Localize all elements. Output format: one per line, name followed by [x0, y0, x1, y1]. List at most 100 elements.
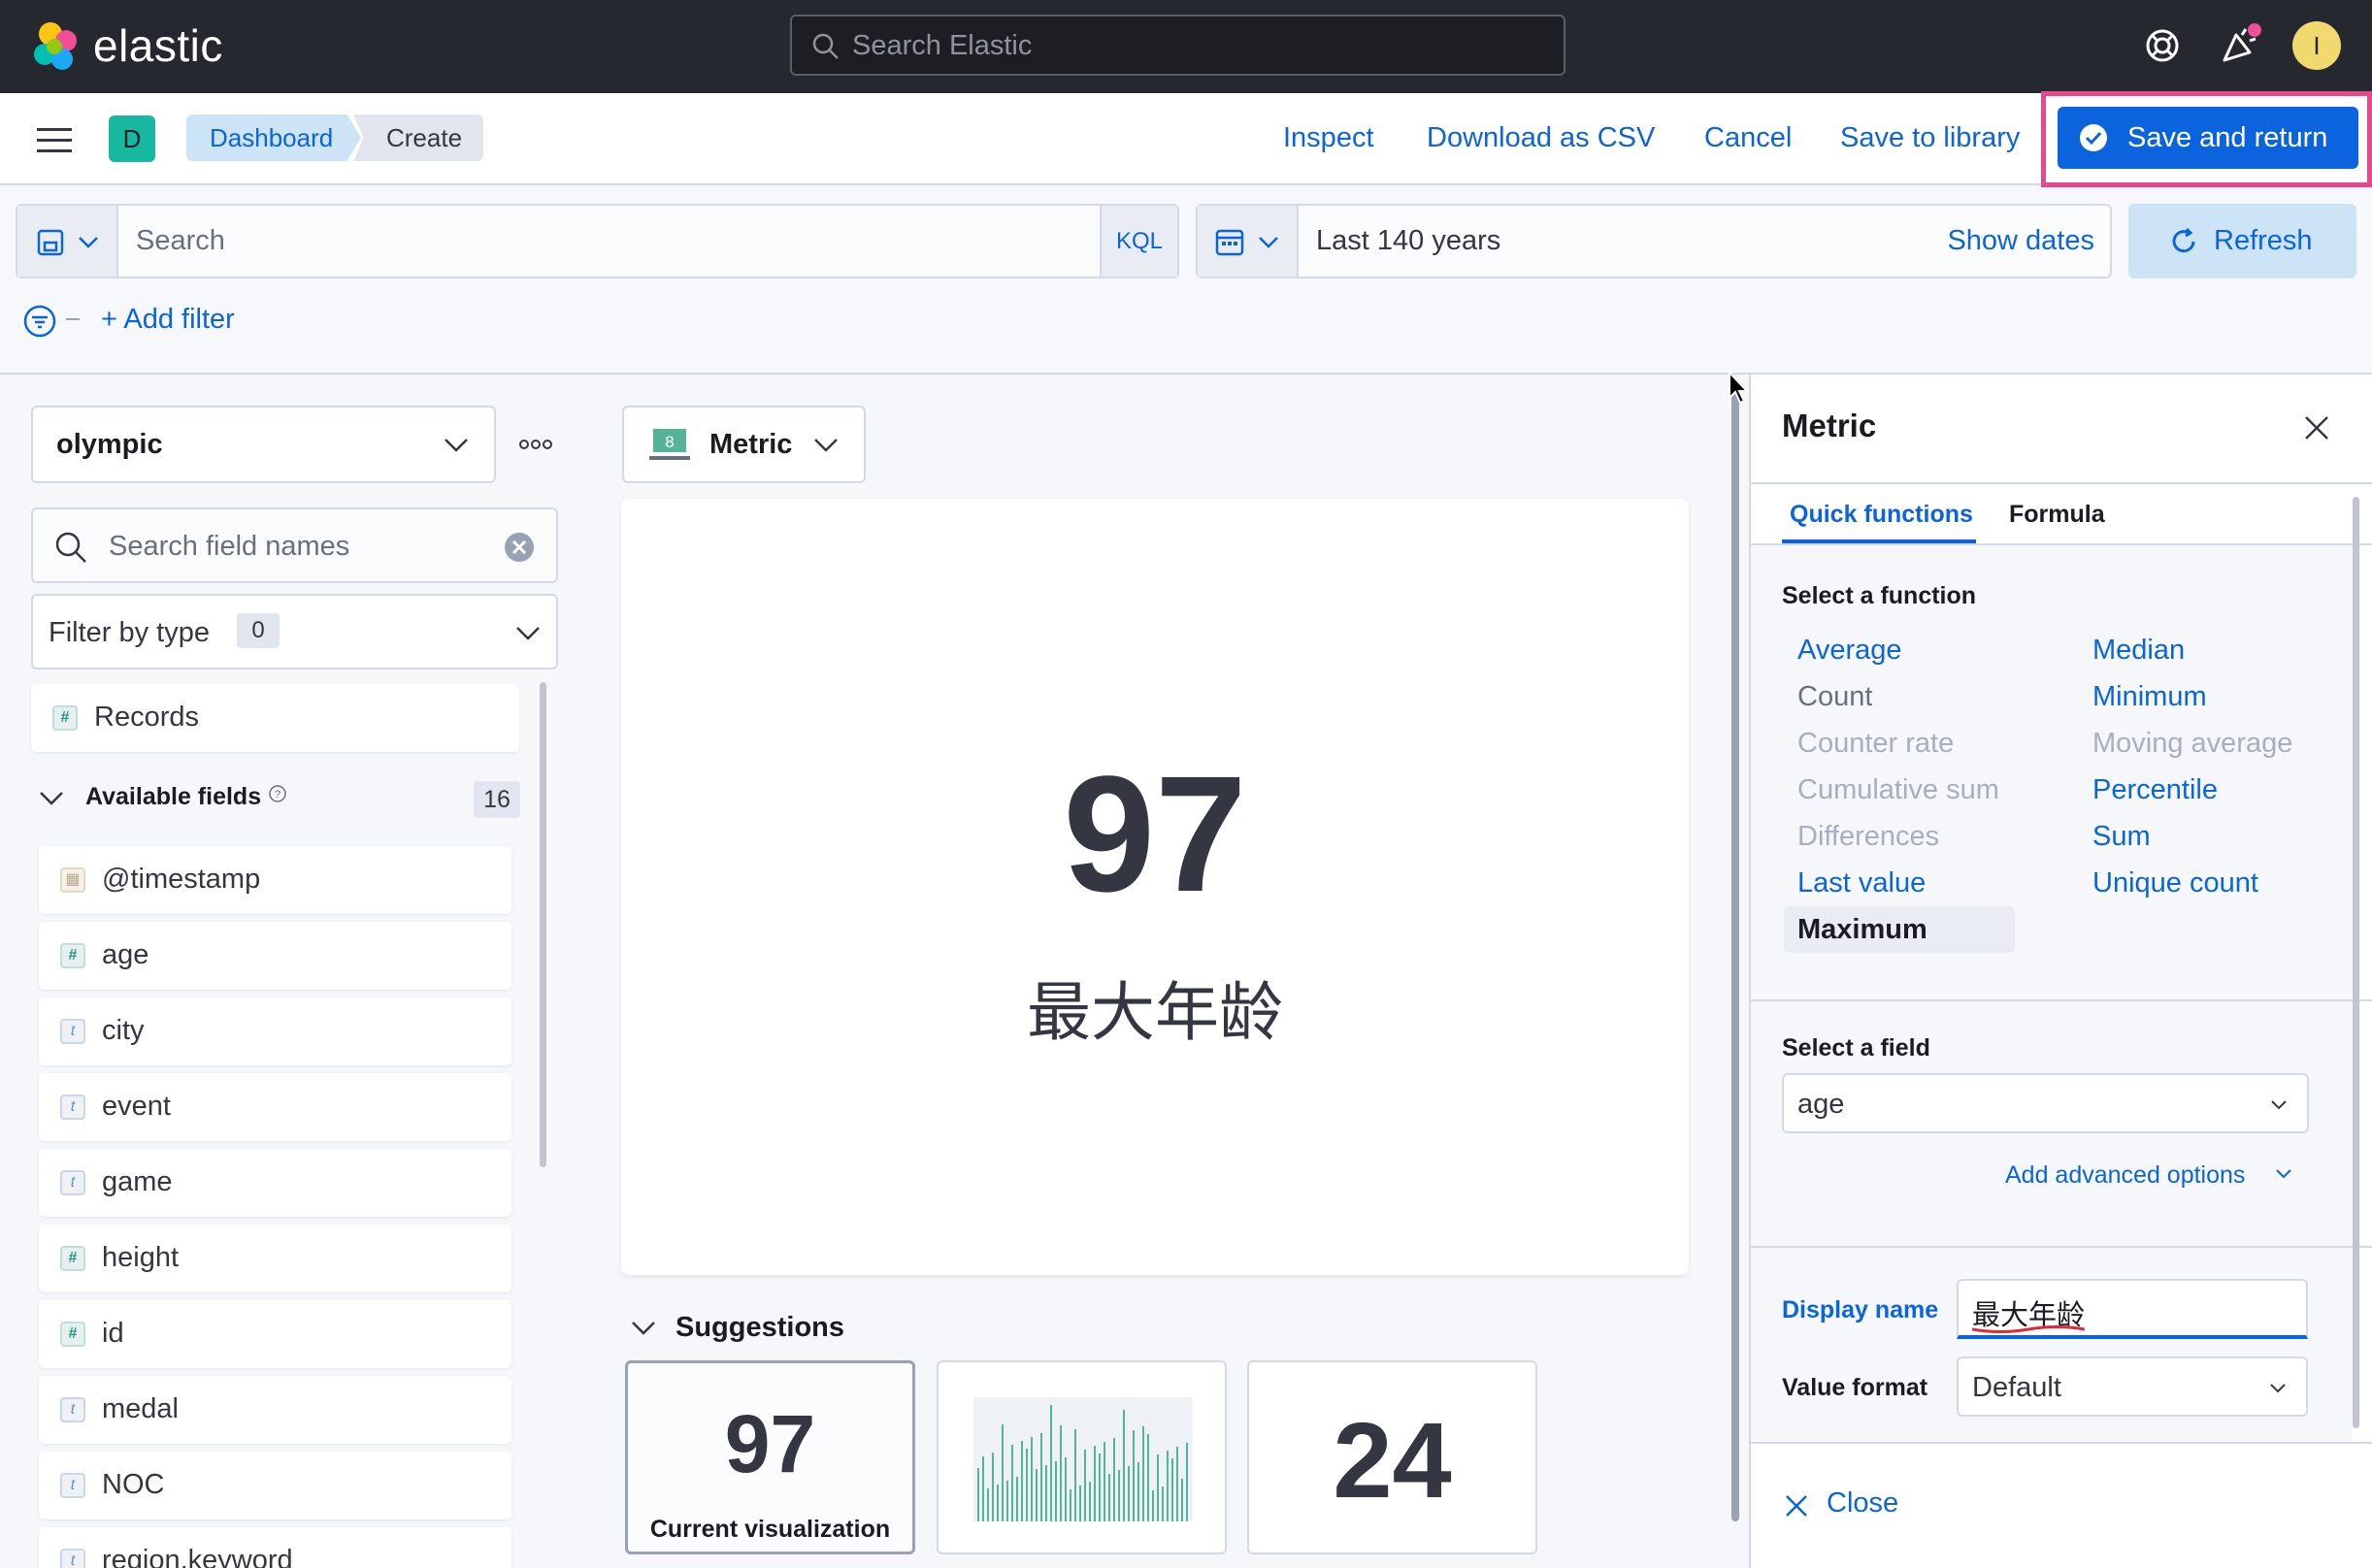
number-type-icon: #	[60, 943, 85, 968]
workspace-scrollbar[interactable]	[1731, 388, 1739, 1521]
close-icon[interactable]	[1784, 1493, 1809, 1519]
close-icon[interactable]	[2302, 413, 2331, 442]
filter-count-badge: 0	[237, 613, 280, 648]
save-to-library-link[interactable]: Save to library	[1840, 118, 2020, 157]
save-disk-icon	[37, 229, 64, 256]
function-unique-count[interactable]: Unique count	[2092, 864, 2258, 902]
field-name: height	[102, 1242, 180, 1273]
add-advanced-options-link[interactable]: Add advanced options	[2005, 1161, 2245, 1190]
available-fields-label[interactable]: Available fields	[85, 783, 261, 811]
more-options-icon[interactable]	[518, 433, 553, 456]
date-type-icon: ▦	[60, 867, 85, 893]
value-format-value: Default	[1972, 1372, 2061, 1403]
field-item-noc[interactable]: t NOC	[39, 1452, 511, 1519]
hamburger-menu-icon[interactable]	[37, 126, 72, 155]
flyout-scrollbar[interactable]	[2353, 497, 2359, 1428]
function-maximum[interactable]: Maximum	[1797, 910, 1927, 949]
field-item-height[interactable]: # height	[39, 1225, 511, 1292]
suggestion-bar-chart[interactable]	[937, 1360, 1227, 1554]
field-list-scrollbar[interactable]	[540, 682, 546, 1167]
elastic-logo-icon[interactable]	[29, 19, 83, 74]
thumbnail-bar	[1108, 1474, 1110, 1521]
chevron-down-icon	[814, 439, 838, 452]
filter-divider	[66, 318, 80, 320]
string-type-icon: t	[60, 1094, 85, 1120]
data-view-selector[interactable]: olympic	[31, 406, 496, 483]
quick-date-button[interactable]	[1198, 206, 1299, 277]
help-icon[interactable]	[2138, 21, 2187, 70]
thumbnail-bar	[1070, 1489, 1071, 1521]
visualization-type-selector[interactable]: 8 Metric	[622, 406, 866, 483]
add-filter-button[interactable]: + Add filter	[101, 304, 235, 336]
thumbnail-bar	[1045, 1465, 1047, 1521]
thumbnail-bar	[1055, 1461, 1057, 1521]
field-item-region-keyword[interactable]: t region.keyword	[39, 1527, 511, 1568]
news-feed-icon[interactable]	[2215, 21, 2263, 70]
date-range-text[interactable]: Last 140 years	[1316, 225, 1500, 257]
breadcrumb-dashboard[interactable]: Dashboard	[186, 114, 361, 161]
function-sum[interactable]: Sum	[2092, 817, 2151, 856]
value-format-select[interactable]: Default	[1957, 1356, 2308, 1417]
string-type-icon: t	[60, 1549, 85, 1568]
function-counter-rate: Counter rate	[1797, 728, 1955, 759]
bar-chart-thumbnail	[973, 1397, 1193, 1521]
elastic-logo-text[interactable]: elastic	[93, 17, 223, 74]
collapse-chevron-icon[interactable]	[39, 790, 64, 807]
field-item-medal[interactable]: t medal	[39, 1376, 511, 1444]
suggestions-title[interactable]: Suggestions	[675, 1312, 844, 1344]
collapse-chevron-icon[interactable]	[631, 1320, 656, 1337]
filter-by-type-button[interactable]: Filter by type 0	[31, 594, 558, 670]
thumbnail-bar	[1065, 1457, 1067, 1521]
thumbnail-bar	[1147, 1434, 1149, 1521]
suggestion-current[interactable]: 97 Current visualization	[625, 1360, 915, 1554]
clear-search-icon[interactable]	[504, 532, 535, 563]
field-item-event[interactable]: t event	[39, 1073, 511, 1141]
query-search-input[interactable]: Search	[136, 225, 225, 257]
thumbnail-bar	[1016, 1477, 1018, 1521]
spellcheck-underline	[1972, 1325, 2085, 1333]
save-and-return-button[interactable]: Save and return	[2058, 107, 2358, 169]
search-icon	[812, 33, 839, 59]
field-select[interactable]: age	[1782, 1073, 2309, 1133]
thumbnail-bar	[1021, 1441, 1023, 1521]
inspect-link[interactable]: Inspect	[1283, 118, 1374, 157]
chevron-down-icon	[1259, 237, 1278, 248]
download-csv-link[interactable]: Download as CSV	[1427, 118, 1655, 157]
field-item-game[interactable]: t game	[39, 1149, 511, 1217]
space-avatar[interactable]: D	[109, 115, 155, 162]
field-item-city[interactable]: t city	[39, 997, 511, 1065]
function-last-value[interactable]: Last value	[1797, 864, 1926, 902]
field-name: age	[102, 939, 149, 970]
function-average[interactable]: Average	[1797, 631, 1902, 670]
info-icon[interactable]: ?	[268, 784, 287, 803]
function-percentile[interactable]: Percentile	[2092, 770, 2218, 809]
field-item-id[interactable]: # id	[39, 1300, 511, 1368]
global-search-input[interactable]: Search Elastic	[790, 15, 1565, 76]
suggestion-metric-count[interactable]: 24	[1247, 1360, 1537, 1554]
function-minimum[interactable]: Minimum	[2092, 677, 2207, 716]
refresh-button[interactable]: Refresh	[2128, 204, 2356, 278]
filter-options-icon[interactable]	[23, 305, 56, 338]
saved-query-button[interactable]	[17, 206, 118, 277]
tab-quick-functions[interactable]: Quick functions	[1790, 501, 1973, 529]
visualization-type-label: Metric	[709, 429, 793, 460]
display-name-input[interactable]: 最大年龄	[1957, 1279, 2308, 1339]
field-item-age[interactable]: # age	[39, 922, 511, 990]
close-flyout-button[interactable]: Close	[1827, 1487, 1898, 1519]
records-field[interactable]: # Records	[31, 684, 519, 752]
query-bar: Search KQL	[16, 204, 1179, 278]
thumbnail-bar	[1152, 1490, 1154, 1521]
function-median[interactable]: Median	[2092, 631, 2185, 670]
field-search-input[interactable]: Search field names	[31, 507, 558, 583]
cancel-link[interactable]: Cancel	[1704, 118, 1792, 157]
field-name: city	[102, 1015, 145, 1046]
tab-formula[interactable]: Formula	[2009, 501, 2105, 529]
thumbnail-bar	[1186, 1443, 1188, 1521]
thumbnail-bar	[1171, 1458, 1173, 1521]
query-language-button[interactable]: KQL	[1100, 206, 1177, 277]
function-count[interactable]: Count	[1797, 677, 1872, 716]
user-avatar[interactable]: I	[2292, 21, 2341, 70]
metric-value: 97	[1063, 742, 1247, 927]
field-item--timestamp[interactable]: ▦ @timestamp	[39, 846, 511, 914]
show-dates-link[interactable]: Show dates	[1947, 225, 2094, 257]
